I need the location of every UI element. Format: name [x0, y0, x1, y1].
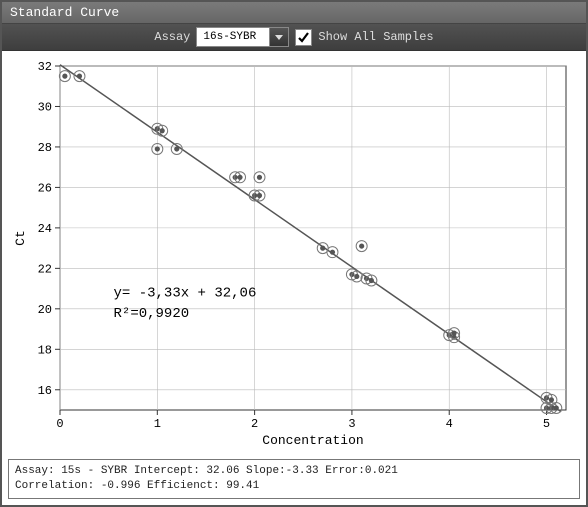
app-window: Standard Curve Assay 16s-SYBR Show All S… — [0, 0, 588, 507]
svg-text:5: 5 — [543, 417, 550, 431]
svg-text:32: 32 — [38, 60, 52, 74]
svg-text:18: 18 — [38, 343, 52, 357]
title-bar: Standard Curve — [2, 2, 586, 24]
assay-value: 16s-SYBR — [197, 31, 269, 43]
svg-text:30: 30 — [38, 100, 52, 114]
svg-text:0: 0 — [56, 417, 63, 431]
svg-text:Ct: Ct — [13, 230, 28, 246]
stats-footer: Assay: 15s - SYBR Intercept: 32.06 Slope… — [8, 459, 580, 499]
svg-text:4: 4 — [446, 417, 453, 431]
check-icon — [297, 31, 310, 44]
svg-text:26: 26 — [38, 181, 52, 195]
svg-text:16: 16 — [38, 384, 52, 398]
toolbar: Assay 16s-SYBR Show All Samples — [2, 24, 586, 51]
svg-text:24: 24 — [38, 222, 52, 236]
svg-text:28: 28 — [38, 141, 52, 155]
dropdown-icon[interactable] — [269, 28, 288, 46]
svg-text:20: 20 — [38, 303, 52, 317]
svg-text:1: 1 — [154, 417, 161, 431]
chart: 0 1 2 3 4 5 16 18 20 22 24 26 28 30 32 Concentration Ct y… — [10, 58, 578, 450]
svg-text:Concentration: Concentration — [262, 433, 363, 448]
show-all-checkbox[interactable] — [295, 29, 312, 46]
footer-line1: Assay: 15s - SYBR Intercept: 32.06 Slope… — [15, 464, 573, 479]
window-title: Standard Curve — [10, 5, 119, 20]
svg-text:22: 22 — [38, 262, 52, 276]
show-all-label: Show All Samples — [318, 30, 433, 44]
assay-label: Assay — [154, 30, 190, 44]
svg-text:3: 3 — [348, 417, 355, 431]
footer-line2: Correlation: -0.996 Efficienct: 99.41 — [15, 479, 573, 494]
svg-text:2: 2 — [251, 417, 258, 431]
svg-text:y= -3,33x + 32,06: y= -3,33x + 32,06 — [114, 286, 257, 302]
assay-select[interactable]: 16s-SYBR — [196, 27, 289, 47]
svg-text:R²=0,9920: R²=0,9920 — [114, 306, 190, 322]
